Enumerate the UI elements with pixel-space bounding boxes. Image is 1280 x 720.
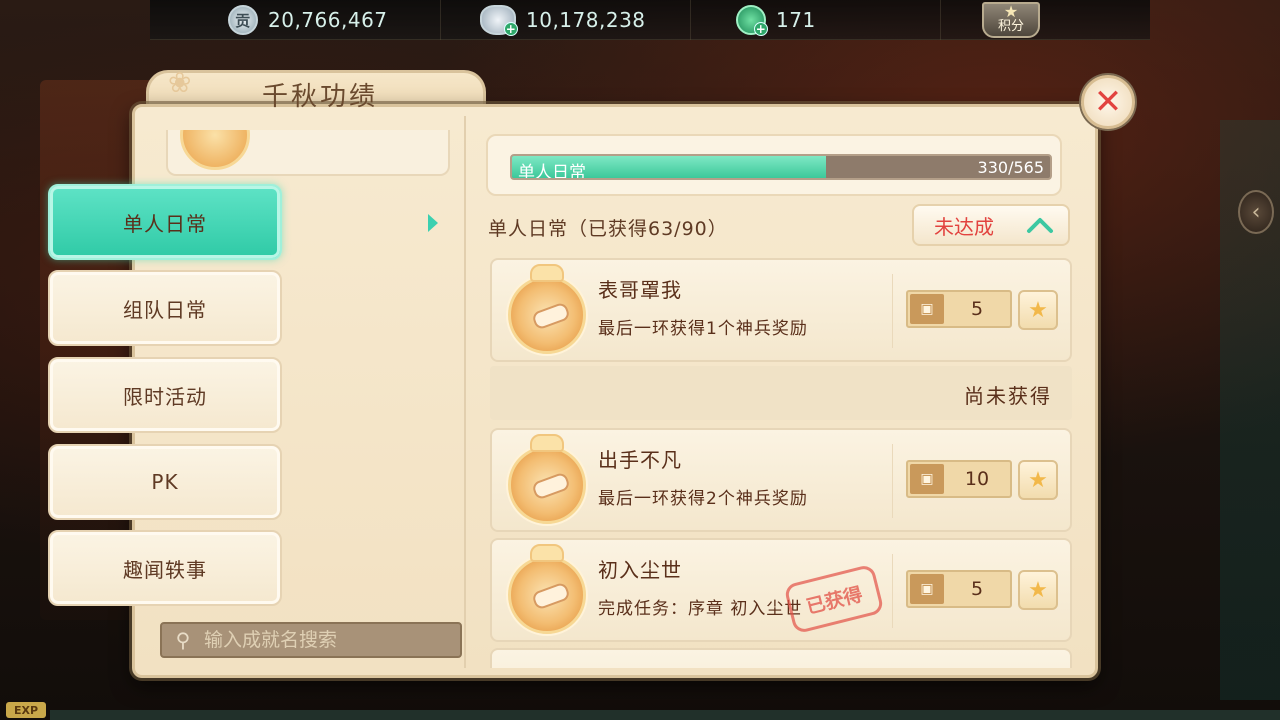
- divine-weapon-icon[interactable]: ★: [1018, 290, 1058, 330]
- active-tab-arrow-icon: [428, 214, 438, 232]
- achievement-name: 表哥罩我: [598, 278, 682, 302]
- reward-count: 5: [970, 298, 984, 320]
- jade-value: 171: [776, 8, 816, 32]
- exp-label: EXP: [6, 702, 46, 718]
- medal-icon: [508, 556, 586, 634]
- scroll-icon: [531, 301, 571, 331]
- search-bar[interactable]: ⚲: [160, 622, 462, 658]
- close-icon[interactable]: ✕: [1081, 75, 1135, 129]
- filter-label: 未达成: [934, 214, 994, 239]
- scroll-icon: [531, 581, 571, 611]
- achievement-card-partial[interactable]: [490, 648, 1072, 668]
- tab-team-daily[interactable]: 组队日常: [48, 270, 282, 346]
- obtained-stamp: 已获得: [783, 563, 885, 635]
- achievement-card[interactable]: 表哥罩我 最后一环获得1个神兵奖励 ▣ 5 ★: [490, 258, 1072, 362]
- progress-bar: 单人日常 330/565: [510, 154, 1052, 180]
- flower-ornament-icon: ❀: [168, 66, 192, 99]
- chevron-up-icon: [1027, 218, 1053, 233]
- filter-dropdown[interactable]: 未达成: [912, 204, 1070, 246]
- reward-count: 10: [964, 468, 990, 490]
- divider: [892, 274, 893, 348]
- jade-resource[interactable]: + 171: [736, 4, 816, 36]
- progress-count: 330/565: [977, 158, 1044, 177]
- status-divider: 尚未获得: [490, 366, 1072, 420]
- silver-resource[interactable]: + 10,178,238: [480, 4, 646, 36]
- search-input[interactable]: [204, 629, 460, 651]
- jade-icon[interactable]: +: [736, 5, 768, 36]
- achievement-desc: 最后一环获得2个神兵奖励: [598, 489, 808, 509]
- divider: [440, 0, 441, 40]
- tab-limited-event[interactable]: 限时活动: [48, 357, 282, 433]
- search-icon: ⚲: [175, 628, 191, 652]
- plus-icon[interactable]: +: [504, 22, 518, 36]
- points-button[interactable]: ★ 积分: [982, 2, 1040, 38]
- reward-box: ▣ 5: [906, 570, 1012, 608]
- contribution-value: 20,766,467: [268, 8, 388, 32]
- achievement-desc: 最后一环获得1个神兵奖励: [598, 319, 808, 339]
- contribution-resource: 贡 20,766,467: [228, 4, 388, 36]
- medal-ribbon: [530, 544, 564, 562]
- divider: [690, 0, 691, 40]
- reward-count: 5: [970, 578, 984, 600]
- token-icon: ▣: [910, 464, 944, 494]
- medal-ribbon: [530, 434, 564, 452]
- medal-icon: [180, 130, 250, 170]
- reward-box: ▣ 5: [906, 290, 1012, 328]
- achievement-list: 表哥罩我 最后一环获得1个神兵奖励 ▣ 5 ★ 尚未获得 出手不凡 最后一环获得…: [490, 258, 1074, 668]
- divine-weapon-icon[interactable]: ★: [1018, 570, 1058, 610]
- medal-ribbon: [530, 264, 564, 282]
- medal-icon: [508, 276, 586, 354]
- achievement-card[interactable]: 初入尘世 完成任务：序章 初入尘世 已获得 ▣ 5 ★: [490, 538, 1072, 642]
- side-expand-button[interactable]: ‹: [1238, 190, 1274, 234]
- status-text: 尚未获得: [964, 384, 1052, 408]
- star-icon: ★: [1003, 2, 1019, 21]
- tab-anecdotes[interactable]: 趣闻轶事: [48, 530, 282, 606]
- medal-icon: [508, 446, 586, 524]
- exp-bar: [50, 710, 1280, 720]
- section-title: 单人日常（已获得63/90）: [488, 218, 728, 240]
- divider: [892, 444, 893, 518]
- achievement-name: 初入尘世: [598, 558, 682, 582]
- divine-weapon-icon[interactable]: ★: [1018, 460, 1058, 500]
- plus-icon[interactable]: +: [754, 22, 768, 36]
- token-icon: ▣: [910, 294, 944, 324]
- category-item-partial[interactable]: [166, 130, 450, 176]
- tab-solo-daily[interactable]: 单人日常: [48, 184, 282, 260]
- achievement-desc: 完成任务：序章 初入尘世: [598, 599, 803, 619]
- panel-title: 千秋功绩: [261, 82, 378, 112]
- category-progress: 单人日常 330/565: [486, 134, 1062, 196]
- divider: [892, 554, 893, 628]
- silver-ingot-icon[interactable]: +: [480, 5, 518, 36]
- progress-label: 单人日常: [518, 163, 586, 180]
- token-icon: ▣: [910, 574, 944, 604]
- reward-box: ▣ 10: [906, 460, 1012, 498]
- tab-pk[interactable]: PK: [48, 444, 282, 520]
- silver-value: 10,178,238: [526, 8, 646, 32]
- coin-icon: 贡: [228, 5, 258, 35]
- achievement-name: 出手不凡: [598, 448, 682, 472]
- divider: [940, 0, 941, 40]
- resource-bar: 贡 20,766,467 + 10,178,238 + 171 ★ 积分: [150, 0, 1150, 40]
- achievement-card[interactable]: 出手不凡 最后一环获得2个神兵奖励 ▣ 10 ★: [490, 428, 1072, 532]
- scroll-icon: [531, 471, 571, 501]
